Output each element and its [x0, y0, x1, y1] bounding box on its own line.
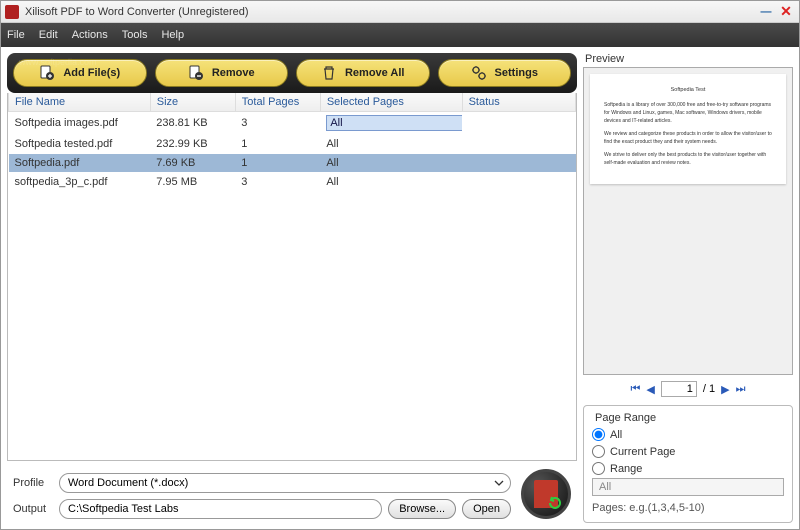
preview-label: Preview: [583, 53, 793, 65]
remove-all-button[interactable]: Remove All: [296, 59, 430, 87]
pager-next-icon[interactable]: ▶: [721, 383, 729, 396]
pager: ⏮ ◀ / 1 ▶ ⏭: [583, 375, 793, 403]
right-pane: Preview Softpedia Test Softpedia is a li…: [583, 53, 793, 523]
remove-all-label: Remove All: [345, 67, 405, 79]
window-title: Xilisoft PDF to Word Converter (Unregist…: [25, 6, 755, 18]
profile-label: Profile: [13, 477, 53, 489]
preview-paragraph: Softpedia is a library of over 300,000 f…: [604, 101, 772, 125]
app-logo-icon: [5, 5, 19, 19]
cell-selectedpages[interactable]: All: [320, 135, 462, 154]
output-path-field[interactable]: C:\Softpedia Test Labs: [59, 499, 382, 519]
cell-status: [462, 173, 575, 192]
output-value: C:\Softpedia Test Labs: [68, 503, 178, 515]
settings-button[interactable]: Settings: [438, 59, 572, 87]
cell-totalpages: 3: [235, 112, 320, 135]
range-current-radio[interactable]: [592, 445, 605, 458]
minimize-button[interactable]: —: [757, 5, 775, 19]
page-range-legend: Page Range: [592, 412, 659, 424]
preview-paragraph: We review and categorize these products …: [604, 130, 772, 146]
remove-button[interactable]: Remove: [155, 59, 289, 87]
cell-selectedpages[interactable]: All: [320, 154, 462, 173]
cell-status: [462, 112, 575, 135]
browse-button[interactable]: Browse...: [388, 499, 456, 519]
add-file-icon: [39, 65, 55, 81]
file-table: File Name Size Total Pages Selected Page…: [7, 93, 577, 461]
table-row[interactable]: Softpedia.pdf7.69 KB1All: [9, 154, 576, 173]
cell-filename: softpedia_3p_c.pdf: [9, 173, 151, 192]
main-window: Xilisoft PDF to Word Converter (Unregist…: [0, 0, 800, 530]
cell-size: 238.81 KB: [150, 112, 235, 135]
remove-icon: [188, 65, 204, 81]
col-selectedpages[interactable]: Selected Pages: [320, 93, 462, 112]
add-files-button[interactable]: Add File(s): [13, 59, 147, 87]
output-fields: Profile Word Document (*.docx) Output C:…: [13, 473, 511, 519]
cell-totalpages: 3: [235, 173, 320, 192]
preview-doc-title: Softpedia Test: [604, 86, 772, 95]
cell-totalpages: 1: [235, 135, 320, 154]
remove-label: Remove: [212, 67, 255, 79]
menu-tools[interactable]: Tools: [122, 29, 148, 41]
col-status[interactable]: Status: [462, 93, 575, 112]
profile-dropdown[interactable]: Word Document (*.docx): [59, 473, 511, 493]
add-files-label: Add File(s): [63, 67, 120, 79]
close-button[interactable]: ✕: [777, 5, 795, 19]
page-range-group: Page Range All Current Page Range Pages:…: [583, 405, 793, 523]
table-row[interactable]: Softpedia tested.pdf232.99 KB1All: [9, 135, 576, 154]
col-filename[interactable]: File Name: [9, 93, 151, 112]
range-current-label: Current Page: [610, 446, 675, 458]
settings-icon: [471, 65, 487, 81]
open-button[interactable]: Open: [462, 499, 511, 519]
menu-actions[interactable]: Actions: [72, 29, 108, 41]
pager-last-icon[interactable]: ⏭: [736, 383, 746, 396]
cell-selectedpages[interactable]: All: [320, 173, 462, 192]
cell-filename: Softpedia tested.pdf: [9, 135, 151, 154]
settings-label: Settings: [495, 67, 538, 79]
menu-edit[interactable]: Edit: [39, 29, 58, 41]
range-all-radio[interactable]: [592, 428, 605, 441]
pager-first-icon[interactable]: ⏮: [631, 383, 641, 396]
chevron-down-icon: [494, 478, 504, 488]
toolbar: www.softpedia.com Add File(s) Remove Rem…: [7, 53, 577, 93]
range-hint: Pages: e.g.(1,3,4,5-10): [592, 502, 784, 514]
menubar: File Edit Actions Tools Help: [1, 23, 799, 47]
cell-size: 7.95 MB: [150, 173, 235, 192]
cell-size: 232.99 KB: [150, 135, 235, 154]
bottom-bar: Profile Word Document (*.docx) Output C:…: [7, 461, 577, 523]
preview-page: Softpedia Test Softpedia is a library of…: [590, 74, 786, 184]
cell-status: [462, 154, 575, 173]
range-input[interactable]: [592, 478, 784, 496]
preview-box: Softpedia Test Softpedia is a library of…: [583, 67, 793, 375]
table-row[interactable]: softpedia_3p_c.pdf7.95 MB3All: [9, 173, 576, 192]
cell-size: 7.69 KB: [150, 154, 235, 173]
cell-selectedpages[interactable]: [320, 112, 462, 135]
convert-button[interactable]: [521, 469, 571, 519]
range-custom-label: Range: [610, 463, 642, 475]
cell-filename: Softpedia.pdf: [9, 154, 151, 173]
cell-totalpages: 1: [235, 154, 320, 173]
left-pane: www.softpedia.com Add File(s) Remove Rem…: [7, 53, 577, 523]
cell-status: [462, 135, 575, 154]
menu-help[interactable]: Help: [161, 29, 184, 41]
col-totalpages[interactable]: Total Pages: [235, 93, 320, 112]
output-label: Output: [13, 503, 53, 515]
convert-arrow-icon: [548, 496, 562, 510]
trash-icon: [321, 65, 337, 81]
table-header-row: File Name Size Total Pages Selected Page…: [9, 93, 576, 112]
pager-total: / 1: [703, 383, 715, 395]
content-area: www.softpedia.com Add File(s) Remove Rem…: [1, 47, 799, 529]
range-all-label: All: [610, 429, 622, 441]
profile-value: Word Document (*.docx): [68, 477, 188, 489]
col-size[interactable]: Size: [150, 93, 235, 112]
cell-filename: Softpedia images.pdf: [9, 112, 151, 135]
preview-paragraph: We strive to deliver only the best produ…: [604, 151, 772, 167]
selected-pages-input[interactable]: [326, 115, 462, 131]
range-custom-radio[interactable]: [592, 462, 605, 475]
pager-current-input[interactable]: [661, 381, 697, 397]
pager-prev-icon[interactable]: ◀: [646, 383, 654, 396]
table-row[interactable]: Softpedia images.pdf238.81 KB3: [9, 112, 576, 135]
titlebar: Xilisoft PDF to Word Converter (Unregist…: [1, 1, 799, 23]
menu-file[interactable]: File: [7, 29, 25, 41]
